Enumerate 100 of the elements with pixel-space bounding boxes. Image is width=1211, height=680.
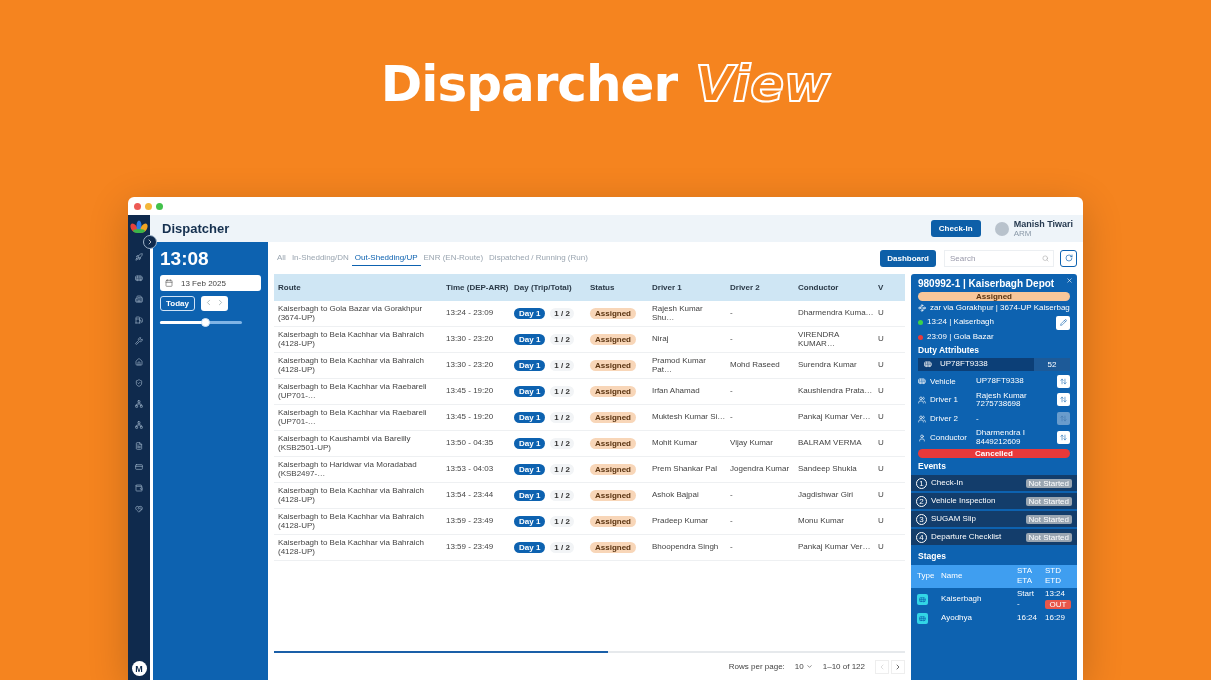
time-slider[interactable] <box>160 321 242 324</box>
slider-thumb[interactable] <box>201 318 211 327</box>
table-row[interactable]: Kaiserbagh to Bela Kachhar via Bahraich (4128-UP) 13:59 - 23:49 Day 1 1 / 2 Assigned Pradeep Kumar - Monu Kumar U <box>274 509 905 535</box>
document-icon[interactable] <box>135 442 143 450</box>
user-avatar[interactable]: M <box>131 661 147 676</box>
table-cell-text: Prem Shankar Pal <box>651 465 718 474</box>
edit-button[interactable] <box>1056 315 1070 330</box>
close-button[interactable] <box>1066 277 1073 284</box>
event-row[interactable]: 4 Departure Checklist Not Started <box>911 529 1077 546</box>
status-pill: Assigned <box>590 412 636 423</box>
refresh-button[interactable] <box>1060 249 1077 267</box>
table-cell-text: 13:54 - 23:44 <box>445 491 495 500</box>
table-cell-text: Kaiserbagh to Bela Kachhar via Bahraich (4128-UP) <box>277 538 425 557</box>
status-pill: Assigned <box>590 438 636 449</box>
minimize-dot[interactable] <box>145 202 152 210</box>
table-row[interactable]: Kaiserbagh to Haridwar via Moradabad (KSB2497-… 13:53 - 04:03 Day 1 1 / 2 Assigned Prem Shankar Pal Jogendra Kumar Sandeep Shukla U <box>274 457 905 483</box>
search-icon <box>1042 254 1049 262</box>
table-row[interactable]: Kaiserbagh to Kaushambi via Bareilly (KSB2501-UP) 13:50 - 04:35 Day 1 1 / 2 Assigned Mohit Kumar Vijay Kumar BALRAM VERMA U <box>274 431 905 457</box>
status-pill: Assigned <box>590 516 636 527</box>
attribute-value: - <box>976 414 980 424</box>
fuel-pump-icon[interactable] <box>135 316 143 324</box>
status-pill: Assigned <box>590 308 636 319</box>
wrench-icon[interactable] <box>135 337 143 345</box>
stage-row[interactable]: Ayodhya 16:24 16:29 <box>911 610 1077 626</box>
wallet-icon[interactable] <box>135 484 143 492</box>
attribute-label: Vehicle <box>930 376 957 386</box>
handshake-icon[interactable] <box>135 505 143 513</box>
table-row[interactable]: Kaiserbagh to Bela Kachhar via Bahraich (4128-UP) 13:30 - 23:20 Day 1 1 / 2 Assigned Pramod Kumar Pat… Mohd Raseed Surendra Kumar U <box>274 353 905 379</box>
column-header: STD <box>1045 567 1062 576</box>
panel-title: 980992-1 | Kaiserbagh Depot <box>918 278 1056 289</box>
table-cell-text: Sandeep Shukla <box>797 465 858 474</box>
house-icon[interactable] <box>135 358 143 366</box>
arrival-text: 23:09 | Gola Bazar <box>927 332 994 342</box>
scroll-track[interactable] <box>274 651 905 653</box>
column-header: Driver 2 <box>729 283 761 292</box>
dashboard-button[interactable]: Dashboard <box>880 249 936 267</box>
column-header: Day (Trip/Total) <box>513 283 573 292</box>
table-cell-text: - <box>729 543 734 552</box>
network-icon[interactable] <box>135 421 143 429</box>
bus-icon <box>924 360 932 369</box>
bus-icon[interactable] <box>135 274 143 282</box>
event-row[interactable]: 1 Check-In Not Started <box>911 475 1077 492</box>
bus-icon <box>917 593 928 605</box>
rocket-icon[interactable] <box>135 253 143 261</box>
swap-button[interactable] <box>1057 431 1070 445</box>
logo-icon <box>130 220 148 234</box>
status-pill: Assigned <box>590 386 636 397</box>
network-icon[interactable] <box>135 400 143 408</box>
filter-tab[interactable]: Out-Shedding/UP <box>351 250 421 266</box>
swap-button[interactable] <box>1057 393 1070 407</box>
event-label: Check-In <box>931 478 963 488</box>
status-pill: Assigned <box>590 464 636 475</box>
trip-count: 1 / 2 <box>550 412 574 423</box>
section-heading: Stages <box>918 551 947 562</box>
table-cell-text: - <box>729 309 734 318</box>
event-row[interactable]: 3 SUGAM Slip Not Started <box>911 511 1077 528</box>
table-cell-text: - <box>729 491 734 500</box>
shield-icon[interactable] <box>135 379 143 387</box>
app-title: Dispatcher <box>162 221 230 236</box>
maximize-dot[interactable] <box>156 202 163 210</box>
card-icon[interactable] <box>135 463 143 471</box>
table-row[interactable]: Kaiserbagh to Bela Kachhar via Raebareli (UP701-… 13:45 - 19:20 Day 1 1 / 2 Assigned Muktesh Kumar Si… - Pankaj Kumar Ver… U <box>274 405 905 431</box>
cancelled-button[interactable]: Cancelled <box>918 449 1070 459</box>
table-row[interactable]: Kaiserbagh to Bela Kachhar via Bahraich (4128-UP) 13:59 - 23:49 Day 1 1 / 2 Assigned Bhoopendra Singh - Pankaj Kumar Ver… U <box>274 535 905 561</box>
table-cell-text: 13:24 - 23:09 <box>445 309 495 318</box>
table-cell-text: Kaiserbagh to Bela Kachhar via Bahraich (4128-UP) <box>277 512 425 531</box>
table-row[interactable]: Kaiserbagh to Gola Bazar via Gorakhpur (3674-UP) 13:24 - 23:09 Day 1 1 / 2 Assigned Rajesh Kumar Shu… - Dharmendra Kuma… U <box>274 301 905 327</box>
rows-per-page-select[interactable]: 10 <box>794 662 813 671</box>
status-badge: Not Started <box>1025 532 1072 542</box>
pencil-icon <box>1059 319 1067 327</box>
table-row[interactable]: Kaiserbagh to Bela Kachhar via Bahraich (4128-UP) 13:30 - 23:20 Day 1 1 / 2 Assigned Niraj - VIRENDRA KUMAR… U <box>274 327 905 353</box>
swap-button[interactable] <box>1057 374 1070 388</box>
search-field[interactable]: Search <box>944 249 1054 267</box>
chevron-left-icon <box>878 662 886 671</box>
table-cell-text: Muktesh Kumar Si… <box>651 413 726 422</box>
page-range: 1–10 of 122 <box>822 662 865 671</box>
trip-count: 1 / 2 <box>550 542 574 553</box>
table-row[interactable]: Kaiserbagh to Bela Kachhar via Bahraich (4128-UP) 13:54 - 23:44 Day 1 1 / 2 Assigned Ashok Bajpai - Jagdishwar Giri U <box>274 483 905 509</box>
table-cell-text: U <box>877 361 885 370</box>
event-row[interactable]: 2 Vehicle Inspection Not Started <box>911 493 1077 510</box>
stage-row[interactable]: Kaiserbagh Start - 13:24 OUT <box>911 587 1077 611</box>
table-cell-text: - <box>729 335 734 344</box>
table-cell-text: Kaiserbagh to Bela Kachhar via Bahraich (4128-UP) <box>277 356 425 375</box>
day-pill: Day 1 <box>514 412 546 423</box>
table-cell-text: Kaiserbagh to Bela Kachhar via Bahraich (4128-UP) <box>277 486 425 505</box>
day-pill: Day 1 <box>514 308 546 319</box>
table-cell-text: Kaiserbagh to Gola Bazar via Gorakhpur (3674-UP) <box>277 304 424 323</box>
table-row[interactable]: Kaiserbagh to Bela Kachhar via Raebareli (UP701-… 13:45 - 19:20 Day 1 1 / 2 Assigned Irfan Ahamad - Kaushlendra Prata… U <box>274 379 905 405</box>
table-cell-text: Pankaj Kumar Ver… <box>797 543 872 552</box>
scroll-thumb[interactable] <box>274 651 609 653</box>
column-header: Status <box>589 283 616 292</box>
date-field[interactable]: 13 Feb 2025 <box>160 275 261 291</box>
close-dot[interactable] <box>134 202 141 210</box>
building-icon[interactable] <box>135 295 143 303</box>
table-cell-text: Surendra Kumar <box>797 361 858 370</box>
day-pill: Day 1 <box>514 386 546 397</box>
table-cell-text: Bhoopendra Singh <box>651 543 720 552</box>
today-button[interactable]: Today <box>160 296 195 311</box>
check-in-button[interactable]: Check-In <box>930 220 981 237</box>
table-cell-text: 13:45 - 19:20 <box>445 413 495 422</box>
